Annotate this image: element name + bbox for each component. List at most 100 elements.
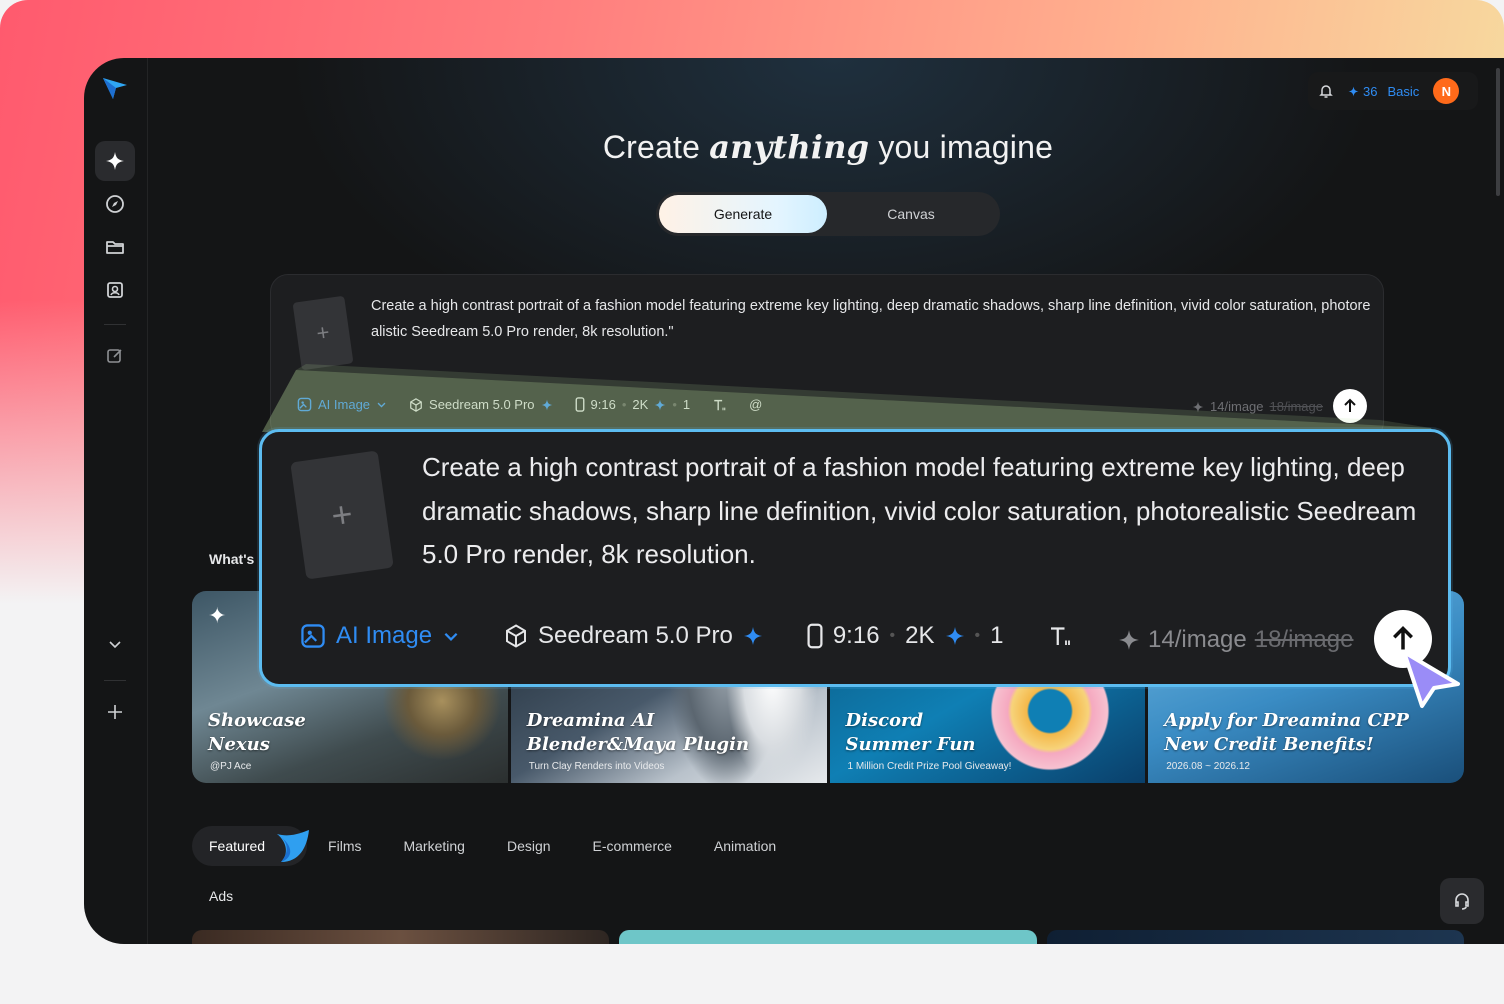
model-label: Seedream 5.0 Pro [429, 397, 535, 412]
edit-icon [107, 349, 122, 363]
tab-ecommerce[interactable]: E-commerce [572, 826, 693, 866]
mode-canvas-button[interactable]: Canvas [827, 195, 995, 233]
tab-animation[interactable]: Animation [693, 826, 797, 866]
banner-title: Apply for Dreamina CPP New Credit Benefit… [1164, 709, 1409, 757]
sidebar-expand-button[interactable] [95, 624, 135, 664]
resolution-label: 2K [632, 397, 649, 412]
title-post: you imagine [869, 129, 1054, 165]
sidebar-add-button[interactable] [95, 692, 135, 732]
cost-old-value: 18/image [1269, 399, 1323, 414]
zoomed-ratio-label: 9:16 [832, 622, 880, 649]
separator-dot: • [621, 397, 627, 412]
sidebar-item-edit[interactable] [95, 336, 135, 376]
chevron-down-icon [444, 632, 458, 641]
separator-dot: • [974, 627, 981, 644]
mention-button[interactable]: @ [749, 397, 762, 412]
logo-icon[interactable] [100, 72, 130, 102]
folder-icon [106, 241, 124, 254]
notifications-button[interactable] [1318, 83, 1334, 99]
sparkle-icon [654, 399, 666, 410]
sidebar-divider [104, 324, 126, 325]
zoomed-type-dropdown[interactable]: AI Image [300, 622, 460, 650]
model-selector[interactable]: Seedream 5.0 Pro [409, 397, 553, 412]
tab-featured[interactable]: Featured [192, 826, 310, 866]
gallery-item[interactable] [1046, 930, 1464, 944]
zoomed-reference-upload[interactable]: + [290, 450, 394, 580]
cursor-icon [1402, 650, 1460, 708]
zoomed-settings-selector[interactable]: 9:16 • 2K • 1 [807, 622, 1003, 650]
gallery-row [192, 930, 1464, 944]
phone-ratio-icon [807, 623, 823, 649]
banner-title-line: Apply for Dreamina CPP [1164, 710, 1409, 731]
page-title: Create anything you imagine [84, 128, 1504, 166]
section-ads: Ads [209, 888, 234, 904]
zoomed-cost-indicator: 14/image 18/image [1118, 626, 1353, 654]
sidebar-item-assets[interactable] [95, 227, 135, 267]
banner-title: Discord Summer Fun [846, 709, 976, 757]
sparkle-icon [743, 627, 762, 645]
image-icon [301, 624, 325, 648]
mode-toggle: Generate Canvas [656, 192, 1000, 236]
prompt-input[interactable]: Create a high contrast portrait of a fas… [371, 293, 1371, 345]
zoomed-model-label: Seedream 5.0 Pro [538, 622, 733, 649]
avatar[interactable]: N [1433, 78, 1460, 104]
zoomed-cost-old-value: 18/image [1254, 626, 1354, 653]
zoomed-text-style-button[interactable] [1047, 624, 1073, 648]
zoomed-prompt-text: Create a high contrast portrait of a fas… [422, 452, 1417, 569]
zoomed-type-label: AI Image [336, 622, 433, 649]
banner-subtitle: Turn Clay Renders into Videos [528, 761, 665, 772]
banner-title-line: Blender&Maya Plugin [526, 734, 750, 755]
cost-value: 14/image [1210, 399, 1264, 414]
mode-generate-button[interactable]: Generate [659, 195, 827, 233]
title-pre: Create [602, 129, 710, 165]
plan-label: Basic [1387, 83, 1420, 99]
prompt-card: + Create a high contrast portrait of a f… [270, 274, 1384, 440]
phone-ratio-icon [575, 397, 584, 412]
text-icon [1051, 627, 1071, 645]
text-icon [714, 399, 726, 410]
sparkle-icon [945, 627, 964, 645]
submit-button[interactable] [1333, 389, 1367, 423]
sparkle-icon [541, 399, 552, 410]
reference-upload-button[interactable]: + [292, 295, 354, 371]
tab-films[interactable]: Films [307, 826, 382, 866]
banner-title-line: Summer Fun [845, 734, 976, 755]
type-label: AI Image [318, 397, 371, 412]
sparkle-icon [1348, 86, 1359, 96]
gallery-item[interactable] [192, 930, 610, 944]
banner-subtitle: 1 Million Credit Prize Pool Giveaway! [847, 761, 1012, 772]
cost-indicator: 14/image 18/image [1192, 399, 1323, 414]
zoomed-model-selector[interactable]: Seedream 5.0 Pro [504, 622, 763, 650]
banner-subtitle: 2026.08 ~ 2026.12 [1166, 761, 1250, 772]
sparkle-icon [1192, 401, 1204, 412]
banner-subtitle: @PJ Ace [210, 761, 252, 772]
zoomed-resolution-label: 2K [905, 622, 935, 649]
chevron-down-icon [377, 402, 386, 408]
tab-marketing[interactable]: Marketing [382, 826, 485, 866]
sidebar-item-profile[interactable] [95, 270, 135, 310]
image-icon [297, 397, 312, 412]
separator-dot: • [889, 627, 896, 644]
banner-title-line: Discord [845, 710, 924, 731]
zoomed-prompt-card: + Create a high contrast portrait of a f… [259, 429, 1451, 687]
top-bar: 36 Basic N [1308, 72, 1478, 110]
cube-icon [506, 624, 527, 648]
separator-dot: • [672, 397, 677, 412]
settings-selector[interactable]: 9:16 • 2K • 1 [575, 397, 690, 412]
banner-title-line: Showcase [208, 710, 306, 731]
support-button[interactable] [1440, 878, 1484, 924]
cube-icon [410, 397, 422, 412]
laurel-icon: ✦ [208, 603, 227, 628]
credits-count: 36 [1363, 83, 1378, 99]
type-dropdown[interactable]: AI Image [297, 397, 387, 412]
compass-icon [106, 195, 124, 213]
sidebar-item-explore[interactable] [95, 184, 135, 224]
profile-icon [107, 282, 123, 298]
text-style-button[interactable] [712, 398, 727, 412]
ratio-label: 9:16 [590, 397, 616, 412]
banner-title-line: Nexus [208, 734, 270, 755]
gallery-item[interactable] [619, 930, 1037, 944]
credits-badge[interactable]: 36 Basic [1348, 84, 1419, 99]
tab-design[interactable]: Design [486, 826, 572, 866]
zoomed-cost-value: 14/image [1148, 626, 1247, 653]
